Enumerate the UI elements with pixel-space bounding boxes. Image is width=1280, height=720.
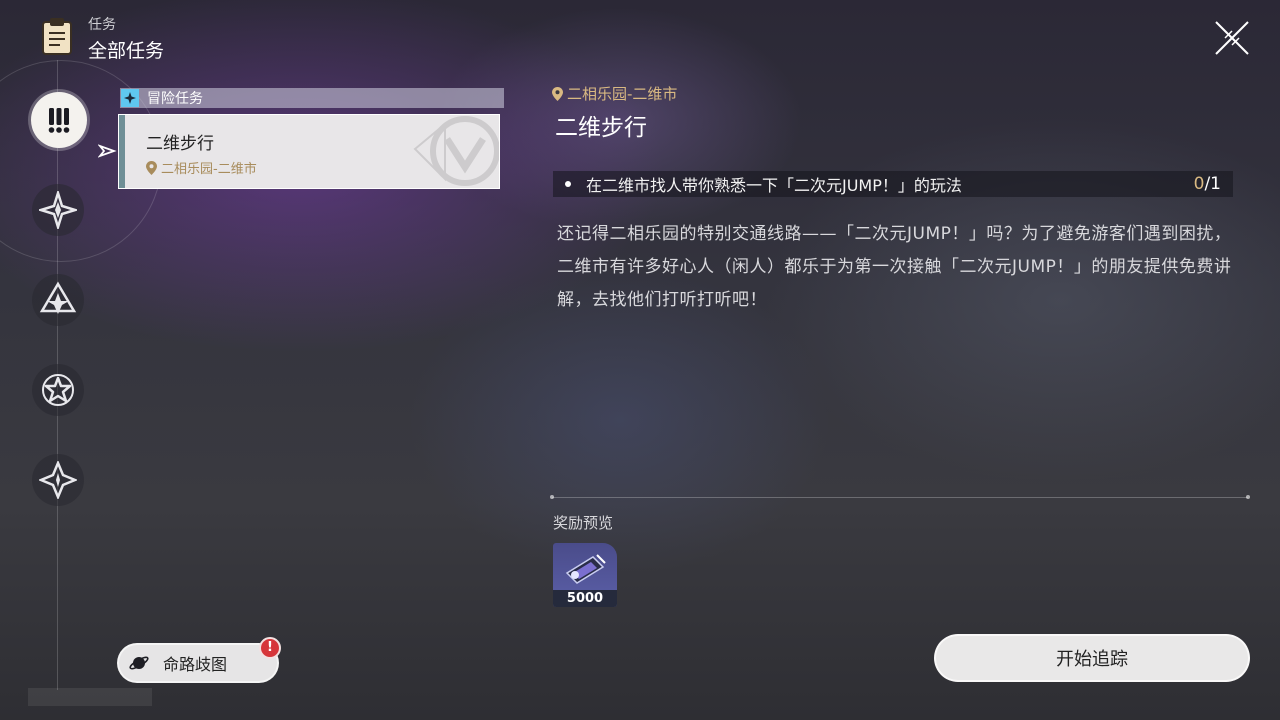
- reward-item[interactable]: 5000: [553, 543, 617, 607]
- credit-ticket-icon: [565, 554, 606, 584]
- detail-location: 二相乐园-二维市: [552, 83, 677, 104]
- objective-total: /1: [1204, 174, 1221, 194]
- compass-star-icon: [39, 461, 77, 499]
- selected-stripe: [119, 115, 125, 188]
- notification-badge: !: [259, 637, 281, 659]
- objective-bullet: [565, 181, 571, 187]
- quest-list-item[interactable]: 二维步行 二相乐园-二维市: [118, 114, 500, 189]
- quest-objective: 在二维市找人带你熟悉一下「二次元JUMP！」的玩法 0/1: [553, 171, 1233, 197]
- quest-category-header: 冒险任务: [120, 88, 504, 108]
- close-button[interactable]: [1212, 18, 1252, 58]
- diamond-star-icon: [39, 191, 77, 229]
- objective-progress: 0/1: [1194, 174, 1221, 194]
- star-circle-icon: [42, 374, 74, 406]
- selected-pointer-icon: [98, 144, 117, 158]
- page-title: 全部任务: [88, 40, 165, 62]
- header-category: 任务: [88, 17, 116, 33]
- exclamation-icon: [48, 108, 70, 133]
- location-pin-icon: [552, 86, 563, 101]
- faction-emblem-icon: [413, 116, 499, 186]
- quest-location: 二相乐园-二维市: [146, 158, 257, 177]
- clipboard-icon: [42, 18, 72, 55]
- reward-divider: [550, 495, 1250, 499]
- tab-quest-type-3[interactable]: [32, 274, 84, 326]
- adventure-icon: [121, 89, 139, 107]
- start-tracking-button[interactable]: 开始追踪: [934, 634, 1250, 682]
- path-map-label: 命路歧图: [163, 655, 228, 674]
- objective-text: 在二维市找人带你熟悉一下「二次元JUMP！」的玩法: [586, 176, 962, 195]
- tab-quest-type-4[interactable]: [32, 364, 84, 416]
- start-tracking-label: 开始追踪: [1056, 649, 1128, 670]
- objective-current: 0: [1193, 174, 1205, 194]
- tab-all-quests[interactable]: [31, 92, 87, 148]
- tab-quest-type-2[interactable]: [32, 184, 84, 236]
- bottom-decoration: [28, 688, 152, 706]
- detail-location-text: 二相乐园-二维市: [567, 85, 678, 103]
- tab-quest-type-5[interactable]: [32, 454, 84, 506]
- planet-icon: [129, 656, 149, 670]
- quest-category-label: 冒险任务: [147, 91, 203, 107]
- quest-title: 二维步行: [555, 115, 647, 141]
- quest-description: 还记得二相乐园的特别交通线路——「二次元JUMP！」吗？为了避免游客们遇到困扰，…: [557, 224, 1232, 310]
- reward-quantity: 5000: [553, 590, 617, 607]
- quest-name: 二维步行: [146, 134, 214, 154]
- reward-preview-title: 奖励预览: [553, 514, 614, 532]
- location-pin-icon: [146, 160, 157, 175]
- triangle-star-icon: [39, 281, 77, 314]
- quest-location-text: 二相乐园-二维市: [161, 162, 257, 177]
- path-map-button[interactable]: 命路歧图 !: [117, 637, 281, 683]
